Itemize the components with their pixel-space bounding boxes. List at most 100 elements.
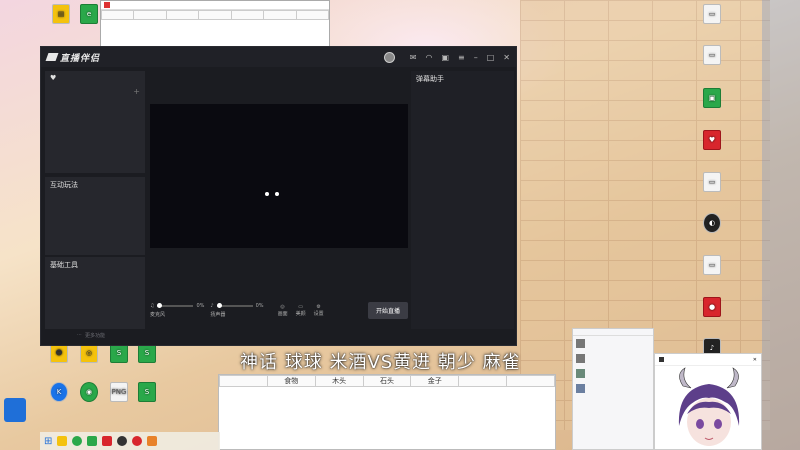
desktop-icon-doc-4[interactable]: ▭: [695, 255, 729, 277]
desktop-icon-kugou[interactable]: K: [42, 382, 76, 404]
red-app-icon: ♥: [703, 130, 721, 150]
interactive-title: 互动玩法: [50, 181, 78, 189]
wallpaper-right-edge: [762, 0, 800, 450]
col-header: 食物: [266, 375, 316, 387]
top-table-titlebar: [101, 1, 329, 10]
taskbar-app-dark-icon[interactable]: [117, 436, 128, 446]
list-item[interactable]: [573, 366, 653, 381]
yy-icon: ◎: [80, 343, 98, 363]
taskbar-app-orange-icon[interactable]: [147, 436, 158, 446]
screen-button[interactable]: ◎ 画面: [278, 304, 288, 317]
app-titlebar: 直播伴侣 ✉ ◠ ▣ ≡ – □ ✕: [41, 47, 516, 67]
resource-table-window: 食物 木头 石头 金子: [218, 374, 556, 450]
speaker-icon[interactable]: ♪: [210, 303, 213, 309]
live-app-icon: ●: [703, 297, 721, 317]
taskbar-folder-icon[interactable]: [57, 436, 68, 446]
loading-indicator: [265, 192, 279, 196]
taskbar-browser-icon[interactable]: [72, 436, 83, 446]
app-icon: [659, 357, 664, 362]
user-avatar[interactable]: [383, 51, 395, 63]
list-item[interactable]: [573, 381, 653, 396]
desktop-icon-sheet-2[interactable]: S: [130, 343, 164, 365]
desktop-icon-blue[interactable]: [4, 398, 26, 422]
spreadsheet-icon: S: [138, 343, 156, 363]
taskbar-app-red2-icon[interactable]: [132, 436, 143, 446]
close-icon[interactable]: ✕: [753, 357, 757, 363]
scene-panel-header: ♥: [45, 71, 145, 85]
desktop-icon-cloud[interactable]: ◐: [695, 213, 729, 235]
spreadsheet-icon: S: [138, 382, 156, 402]
menu-icon[interactable]: ≡: [458, 53, 465, 62]
mic-control: ♫ 0% 麦克风: [150, 302, 205, 318]
gift-icon[interactable]: ▣: [441, 53, 449, 62]
list-item[interactable]: [573, 336, 653, 351]
start-live-button[interactable]: 开始直播: [367, 301, 408, 319]
desktop-icon-origame[interactable]: ☻: [42, 343, 76, 365]
friends-window: [572, 328, 654, 450]
message-icon[interactable]: ✉: [410, 53, 417, 62]
mic-icon[interactable]: ♫: [150, 303, 154, 309]
heart-icon: ♥: [50, 74, 57, 82]
windows-start-icon[interactable]: ⊞: [44, 436, 52, 447]
settings-button[interactable]: ⚙ 设置: [314, 304, 324, 317]
game-icon: ☻: [50, 343, 68, 363]
taskbar: ⊞: [40, 432, 220, 450]
mic-slider[interactable]: [157, 302, 194, 308]
speaker-control: ♪ 0% 扬声器: [210, 302, 264, 318]
scene-panel: ♥ +: [45, 71, 145, 173]
close-icon[interactable]: ✕: [503, 53, 510, 62]
more-features-button[interactable]: ⋯ 更多功能: [77, 332, 105, 339]
col-header: [133, 10, 167, 20]
audio-control-bar: ♫ 0% 麦克风 ♪ 0% 扬声器 ◎ 画面 ▭ 美颜 ⚙ 设置 开始直播: [150, 299, 408, 321]
col-header: [219, 375, 268, 387]
document-icon: ▭: [703, 172, 721, 192]
anime-viewer-window: ✕: [654, 353, 762, 450]
music-app-icon: K: [50, 382, 68, 402]
desktop-banner-text: 神话 球球 米酒VS黄进 朝少 麻雀: [240, 352, 521, 373]
desktop-icon-yy[interactable]: ◎: [72, 343, 106, 365]
desktop-icon-doc-2[interactable]: ▭: [695, 45, 729, 67]
document-icon: ▭: [703, 45, 721, 65]
app-logo: 直播伴侣: [45, 51, 100, 64]
list-item[interactable]: [573, 351, 653, 366]
wechat-icon: ◉: [80, 382, 98, 402]
headset-icon[interactable]: ◠: [425, 53, 432, 62]
col-header: 石头: [362, 375, 412, 387]
folder-icon: ▤: [52, 4, 70, 24]
desktop-icon-live[interactable]: ●: [695, 297, 729, 319]
desktop-icon-doc-3[interactable]: ▭: [695, 172, 729, 194]
logo-mark-icon: [45, 53, 59, 61]
col-header: 木头: [314, 375, 364, 387]
browser-360-icon: e: [80, 4, 98, 24]
basic-tools-panel: 基础工具: [45, 257, 145, 329]
col-header: [263, 10, 297, 20]
taskbar-wechat-icon[interactable]: [87, 436, 98, 446]
col-header: [458, 375, 508, 387]
spreadsheet-icon: S: [110, 343, 128, 363]
live-preview[interactable]: [150, 104, 408, 248]
avatar: [576, 339, 585, 348]
desktop-icon-wechat[interactable]: ◉: [72, 382, 106, 404]
desktop-icon-app-green[interactable]: ▣: [695, 88, 729, 110]
maximize-icon[interactable]: □: [487, 53, 495, 62]
add-scene-plus-icon[interactable]: +: [133, 87, 140, 96]
top-table: [100, 10, 330, 20]
mic-volume: 0%: [196, 302, 205, 309]
avatar: [576, 369, 585, 378]
taskbar-app-red-icon[interactable]: [102, 436, 113, 446]
desktop-icon-app-red[interactable]: ♥: [695, 130, 729, 152]
document-icon: ▭: [703, 255, 721, 275]
more-icon: ⋯: [77, 332, 82, 338]
col-header: [506, 375, 555, 387]
window-controls: ✉ ◠ ▣ ≡ – □ ✕: [383, 51, 510, 63]
desktop-icon-doc-1[interactable]: ▭: [695, 4, 729, 26]
col-header: [165, 10, 200, 20]
live-companion-window: 直播伴侣 ✉ ◠ ▣ ≡ – □ ✕ ♥ + 互动玩法 基础工具 ⋯ 更多功能: [40, 46, 517, 346]
speaker-label: 扬声器: [210, 311, 226, 318]
desktop-icon-sheet-3[interactable]: S: [130, 382, 164, 404]
effect-button[interactable]: ▭ 美颜: [296, 304, 306, 317]
avatar: [576, 384, 585, 393]
minimize-icon[interactable]: –: [474, 53, 478, 62]
col-header: 金子: [410, 375, 460, 387]
speaker-slider[interactable]: [216, 302, 253, 308]
